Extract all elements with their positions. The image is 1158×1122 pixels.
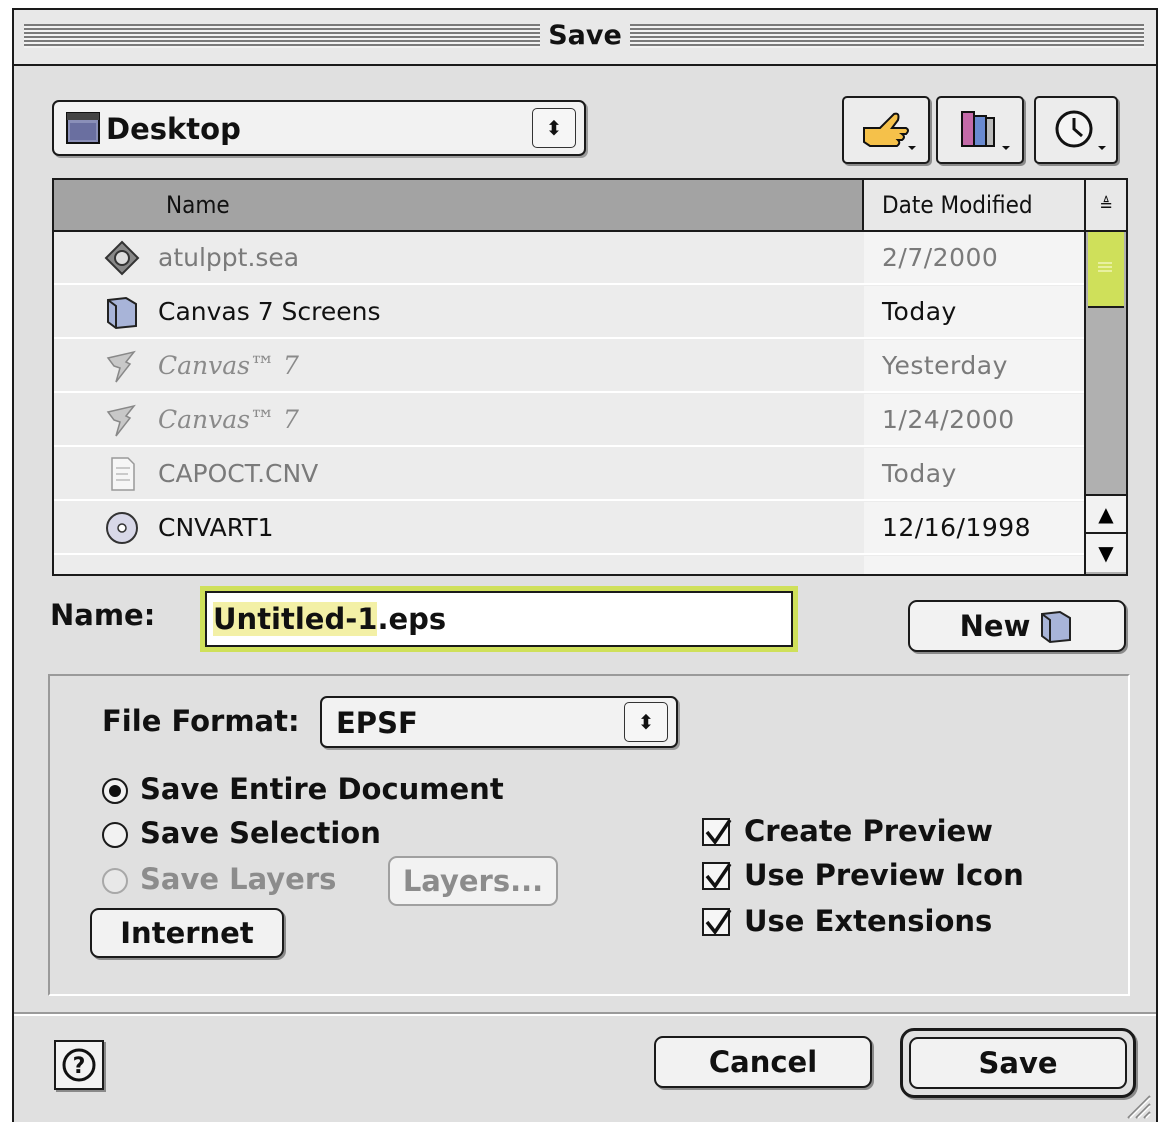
use-extensions-label: Use Extensions xyxy=(744,904,993,938)
favorites-books-icon xyxy=(961,111,1010,150)
create-preview-label: Create Preview xyxy=(744,814,993,848)
use-extensions-checkbox[interactable] xyxy=(702,908,732,936)
title-bar[interactable]: Save xyxy=(14,10,1156,66)
question-mark-icon: ? xyxy=(62,1048,96,1082)
checkmark-icon xyxy=(705,863,732,889)
file-format-label: File Format: xyxy=(102,704,300,738)
cd-disk-icon xyxy=(106,512,138,544)
name-cell: Canvas™ 7 xyxy=(54,394,862,445)
name-field-label: Name: xyxy=(50,598,156,632)
date-cell: 2/7/2000 xyxy=(864,232,1084,283)
unselected-text: .eps xyxy=(377,602,447,636)
internet-button[interactable]: Internet xyxy=(90,908,284,958)
resize-grip-icon[interactable] xyxy=(1122,1090,1152,1120)
list-item[interactable]: Canvas 7 Screens Today xyxy=(54,286,1084,339)
create-preview-checkbox[interactable] xyxy=(702,818,732,846)
list-item[interactable]: CNVART1 12/16/1998 xyxy=(54,502,1084,555)
list-item-partial[interactable] xyxy=(54,556,1084,574)
name-cell: atulppt.sea xyxy=(54,232,862,283)
checkmark-icon xyxy=(705,909,732,935)
default-button-ring: Save xyxy=(900,1028,1136,1098)
save-layers-radio xyxy=(102,868,128,894)
list-item[interactable]: CAPOCT.CNV Today xyxy=(54,448,1084,501)
name-column-label: Name xyxy=(166,191,230,219)
folder-icon xyxy=(107,296,137,330)
save-button[interactable]: Save xyxy=(909,1037,1127,1089)
file-name: Canvas 7 Screens xyxy=(158,297,381,326)
date-column-header[interactable]: Date Modified xyxy=(862,180,1084,232)
file-name: CAPOCT.CNV xyxy=(158,459,319,488)
pointing-hand-icon xyxy=(863,112,916,150)
updown-arrows-icon: ⬍ xyxy=(624,702,668,742)
svg-text:?: ? xyxy=(73,1054,86,1079)
checkmark-icon xyxy=(705,819,732,845)
date-cell xyxy=(864,556,1084,574)
cancel-button[interactable]: Cancel xyxy=(654,1036,872,1088)
clock-icon xyxy=(1055,110,1106,150)
file-format-popup[interactable]: EPSF ⬍ xyxy=(320,696,678,748)
canvas-app-icon xyxy=(106,404,136,437)
file-name: Canvas™ 7 xyxy=(158,351,299,380)
archive-diamond-icon xyxy=(104,240,140,276)
file-name: Canvas™ 7 xyxy=(158,405,299,434)
date-cell: Yesterday xyxy=(864,340,1084,391)
name-cell: CAPOCT.CNV xyxy=(54,448,862,499)
name-cell: Canvas 7 Screens xyxy=(54,286,862,337)
file-name-input[interactable]: Untitled-1 .eps xyxy=(205,591,793,647)
scroll-up-arrow-icon[interactable]: ▲ xyxy=(1086,494,1126,532)
recent-button[interactable] xyxy=(1034,96,1118,164)
name-column-header[interactable]: Name xyxy=(54,180,862,232)
save-entire-document-radio[interactable] xyxy=(102,778,128,804)
selected-text: Untitled-1 xyxy=(213,602,378,636)
file-format-value: EPSF xyxy=(336,706,418,740)
sort-ascending-icon: ≜ xyxy=(1099,194,1113,216)
list-item[interactable]: Canvas™ 7 Yesterday xyxy=(54,340,1084,393)
shortcuts-button[interactable] xyxy=(842,96,930,164)
name-cell: CNVART1 xyxy=(54,502,862,553)
name-cell xyxy=(54,556,862,574)
file-name: CNVART1 xyxy=(158,513,274,542)
use-preview-icon-label: Use Preview Icon xyxy=(744,858,1024,892)
file-name: atulppt.sea xyxy=(158,243,300,272)
file-list[interactable]: Name Date Modified ≜ atulppt.sea 2/7/200… xyxy=(52,178,1128,576)
save-entire-document-label: Save Entire Document xyxy=(140,772,504,806)
date-cell: 12/16/1998 xyxy=(864,502,1084,553)
location-label: Desktop xyxy=(106,112,241,146)
list-item[interactable]: atulppt.sea 2/7/2000 xyxy=(54,232,1084,285)
sort-direction-button[interactable]: ≜ xyxy=(1084,180,1126,232)
date-cell: 1/24/2000 xyxy=(864,394,1084,445)
date-cell: Today xyxy=(864,448,1084,499)
save-button-label: Save xyxy=(978,1046,1058,1080)
footer-divider-highlight xyxy=(14,1014,1156,1016)
updown-arrows-icon: ⬍ xyxy=(532,108,576,148)
desktop-icon xyxy=(66,112,100,144)
internet-button-label: Internet xyxy=(120,916,254,950)
name-field-focus-ring: Untitled-1 .eps xyxy=(200,586,798,652)
vertical-scrollbar[interactable]: ▲ ▼ xyxy=(1084,232,1126,574)
location-popup[interactable]: Desktop ⬍ xyxy=(52,100,586,156)
canvas-app-icon xyxy=(106,350,136,383)
document-icon xyxy=(111,457,135,491)
title-bar-stripes xyxy=(24,24,1144,48)
new-folder-icon xyxy=(1041,610,1072,644)
cancel-button-label: Cancel xyxy=(708,1045,818,1079)
new-folder-label: New xyxy=(959,609,1031,643)
help-button[interactable]: ? xyxy=(54,1040,104,1090)
date-column-label: Date Modified xyxy=(882,191,1033,219)
save-dialog: Save Desktop ⬍ Name Date Modified ≜ atul… xyxy=(12,8,1158,1122)
save-layers-label: Save Layers xyxy=(140,862,337,896)
date-cell: Today xyxy=(864,286,1084,337)
use-preview-icon-checkbox[interactable] xyxy=(702,862,732,890)
scroll-thumb[interactable] xyxy=(1088,232,1124,308)
name-cell: Canvas™ 7 xyxy=(54,340,862,391)
layers-button: Layers... xyxy=(388,856,558,906)
list-item[interactable]: Canvas™ 7 1/24/2000 xyxy=(54,394,1084,447)
new-folder-button[interactable]: New xyxy=(908,600,1126,652)
favorites-button[interactable] xyxy=(936,96,1024,164)
save-selection-radio[interactable] xyxy=(102,822,128,848)
scroll-down-arrow-icon[interactable]: ▼ xyxy=(1086,532,1126,572)
layers-button-label: Layers... xyxy=(402,864,544,898)
save-selection-label: Save Selection xyxy=(140,816,381,850)
